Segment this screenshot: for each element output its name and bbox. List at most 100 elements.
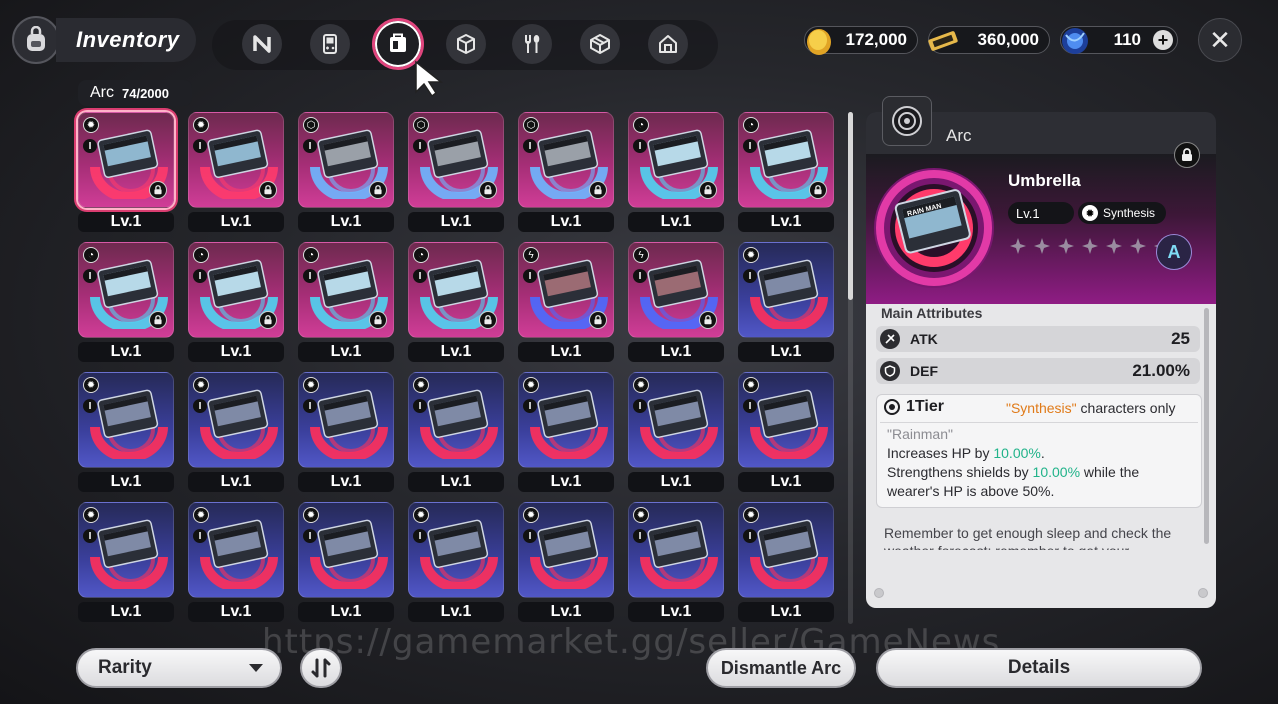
tier-heading: 1Tier bbox=[884, 398, 944, 416]
arc-item-card[interactable]: ◔ I bbox=[298, 242, 394, 338]
lock-icon bbox=[589, 181, 607, 199]
gear-type-icon: ✹ bbox=[193, 117, 209, 133]
gear-type-icon: ✹ bbox=[83, 377, 99, 393]
tab-box[interactable] bbox=[580, 24, 620, 64]
item-level-label: Lv.1 bbox=[188, 212, 284, 232]
main-attributes-heading: Main Attributes bbox=[881, 305, 983, 321]
sword-icon bbox=[880, 329, 900, 349]
gear-type-icon: ✹ bbox=[633, 377, 649, 393]
lock-toggle-button[interactable] bbox=[1174, 142, 1200, 168]
effect-line: Strengthens shields by 10.00% while the bbox=[887, 464, 1139, 480]
fork-spoon-icon bbox=[525, 35, 540, 53]
gear-type-icon: ✹ bbox=[193, 377, 209, 393]
arc-item-card[interactable]: ✹ I bbox=[738, 372, 834, 468]
gem-amount: 110 bbox=[1113, 30, 1141, 49]
grade-badge: A bbox=[1156, 234, 1192, 270]
arc-item-card[interactable]: ✹ I bbox=[518, 372, 614, 468]
effect-text: . bbox=[1040, 445, 1045, 461]
gear-type-icon: ✹ bbox=[413, 507, 429, 523]
arc-item-card[interactable]: ✹ I bbox=[408, 372, 504, 468]
lock-icon bbox=[699, 311, 717, 329]
arc-item-card[interactable]: ✹ I bbox=[738, 242, 834, 338]
tab-house[interactable] bbox=[648, 24, 688, 64]
arc-item-card[interactable]: ✹ I bbox=[188, 502, 284, 598]
item-level-label: Lv.1 bbox=[78, 472, 174, 492]
add-gem-button[interactable]: + bbox=[1153, 30, 1173, 50]
arc-item-card[interactable]: ✹ I bbox=[78, 502, 174, 598]
arc-item-card[interactable]: ⬡ I bbox=[408, 112, 504, 208]
arc-item-card[interactable]: ✹ I bbox=[628, 502, 724, 598]
arc-item-card[interactable]: ✹ I bbox=[188, 372, 284, 468]
lock-icon bbox=[479, 181, 497, 199]
tab-handheld[interactable] bbox=[310, 24, 350, 64]
item-level-label: Lv.1 bbox=[738, 342, 834, 362]
item-level-label: Lv.1 bbox=[628, 602, 724, 622]
stat-value: 25 bbox=[1171, 329, 1190, 348]
handheld-console-icon bbox=[323, 34, 337, 54]
detail-scrollbar[interactable] bbox=[1204, 308, 1209, 544]
tier-badge: I bbox=[523, 269, 537, 283]
arc-item-card[interactable]: ⬡ I bbox=[298, 112, 394, 208]
item-level-label: Lv.1 bbox=[518, 602, 614, 622]
lock-icon bbox=[479, 311, 497, 329]
arc-item-card[interactable]: ◔ I bbox=[78, 242, 174, 338]
item-level-label: Lv.1 bbox=[78, 212, 174, 232]
close-button[interactable]: ✕ bbox=[1198, 18, 1242, 62]
flavor-text: Remember to get enough sleep and check t… bbox=[884, 525, 1172, 550]
arc-item-card[interactable]: ✹ I bbox=[78, 372, 174, 468]
gear-type-icon: ✹ bbox=[303, 507, 319, 523]
arc-item-card[interactable]: ✹ I bbox=[408, 502, 504, 598]
item-level-label: Lv.1 bbox=[188, 472, 284, 492]
arc-item-card[interactable]: ◔ I bbox=[408, 242, 504, 338]
caret-down-icon bbox=[249, 664, 263, 672]
swirl-type-icon: ◔ bbox=[743, 117, 759, 133]
item-level-label: Lv.1 bbox=[78, 602, 174, 622]
ticket-amount: 360,000 bbox=[977, 30, 1039, 49]
lock-icon bbox=[369, 181, 387, 199]
effect-text: while the bbox=[1080, 464, 1140, 480]
rarity-sort-dropdown[interactable]: Rarity bbox=[76, 648, 282, 688]
bolt-type-icon: ϟ bbox=[633, 247, 649, 263]
item-level-label: Lv.1 bbox=[408, 342, 504, 362]
details-button[interactable]: Details bbox=[876, 648, 1202, 688]
sort-order-button[interactable] bbox=[300, 648, 342, 688]
blue-gem-icon bbox=[1062, 28, 1088, 54]
arc-item-card[interactable]: ✹ I bbox=[738, 502, 834, 598]
arc-item-card[interactable]: ϟI bbox=[518, 242, 614, 338]
grid-scrollbar[interactable] bbox=[848, 112, 853, 300]
arc-item-card[interactable]: ✹ I bbox=[298, 372, 394, 468]
arc-item-card[interactable]: ϟI bbox=[628, 242, 724, 338]
item-level-label: Lv.1 bbox=[188, 602, 284, 622]
page-title: Inventory bbox=[56, 18, 196, 62]
effect-line: Increases HP by 10.00%. bbox=[887, 445, 1045, 461]
lock-icon bbox=[1182, 148, 1192, 161]
arc-item-card[interactable]: ◔ I bbox=[738, 112, 834, 208]
item-portrait: RAIN MAN bbox=[874, 168, 994, 288]
tab-n-logo[interactable] bbox=[242, 24, 282, 64]
arc-item-card[interactable]: ⬡ I bbox=[518, 112, 614, 208]
cube-type-icon: ⬡ bbox=[413, 117, 429, 133]
tier-badge: I bbox=[193, 399, 207, 413]
tab-cube[interactable] bbox=[446, 24, 486, 64]
arc-item-card[interactable]: ✹ I bbox=[78, 112, 174, 208]
dismantle-arc-button[interactable]: Dismantle Arc bbox=[706, 648, 856, 688]
gear-type-icon: ✹ bbox=[743, 377, 759, 393]
tier-badge: I bbox=[83, 399, 97, 413]
item-level-label: Lv.1 bbox=[298, 472, 394, 492]
arc-item-card[interactable]: ◔ I bbox=[628, 112, 724, 208]
house-icon bbox=[659, 35, 677, 53]
tier-badge: I bbox=[193, 269, 207, 283]
tab-food[interactable] bbox=[512, 24, 552, 64]
swirl-type-icon: ◔ bbox=[193, 247, 209, 263]
gear-icon: ✹ bbox=[1082, 205, 1098, 221]
lock-icon bbox=[699, 181, 717, 199]
stat-name: ATK bbox=[910, 331, 938, 347]
arc-item-card[interactable]: ✹ I bbox=[188, 112, 284, 208]
arc-item-card[interactable]: ◔ I bbox=[188, 242, 284, 338]
arc-item-card[interactable]: ✹ I bbox=[628, 372, 724, 468]
tier-badge: I bbox=[633, 529, 647, 543]
arc-item-card[interactable]: ✹ I bbox=[298, 502, 394, 598]
arc-item-card[interactable]: ✹ I bbox=[518, 502, 614, 598]
tier-badge: I bbox=[303, 399, 317, 413]
category-name: Arc bbox=[90, 84, 114, 101]
